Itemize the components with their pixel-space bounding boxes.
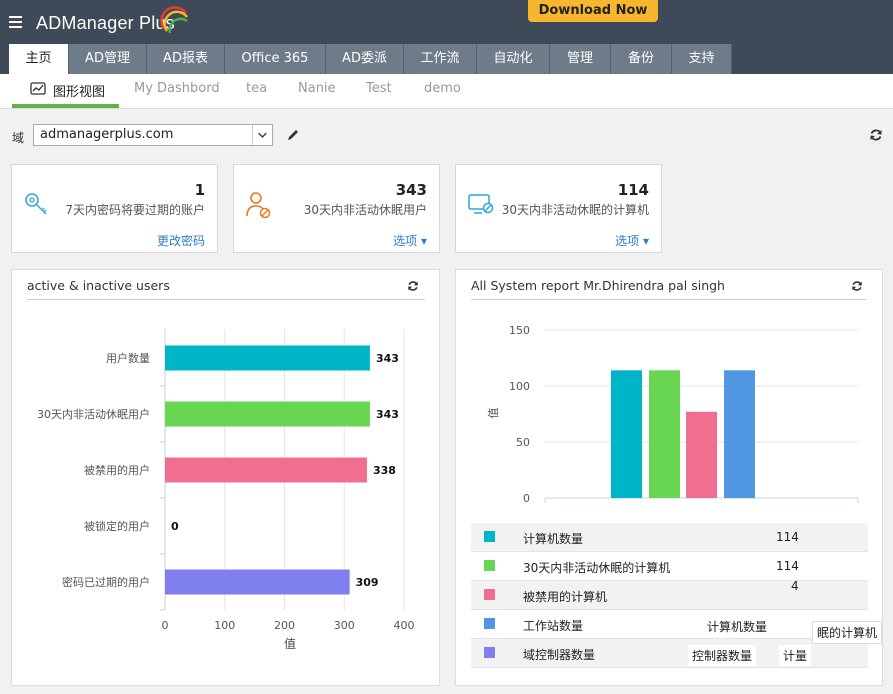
divider [471,299,866,300]
card-inactive-computers: 114 30天内非活动休眠的计算机 选项 ▾ [455,164,662,253]
computer-disabled-icon [468,194,494,214]
subtab-demo[interactable]: demo [424,81,461,96]
card-count: 343 [395,181,427,199]
legend-name: 被禁用的计算机 [523,590,608,604]
panel-active-inactive-users: active & inactive users [11,269,440,686]
legend-swatch [484,647,495,658]
sub-tab-bar: 图形视图 My Dashbord tea Nanie Test demo [0,74,893,109]
domain-value: admanagerplus.com [40,127,174,142]
options-dropdown[interactable]: 选项 ▾ [615,232,649,249]
tooltip: 计算机数量 [703,616,772,637]
legend-swatch [484,618,495,629]
card-inactive-users: 343 30天内非活动休眠用户 选项 ▾ [233,164,440,253]
legend-row[interactable]: 计算机数量 114 [471,523,868,552]
panel-title: All System report Mr.Dhirendra pal singh [471,278,725,293]
main-tabs: 主页 AD管理 AD报表 Office 365 AD委派 工作流 自动化 管理 … [9,44,732,74]
tab-home[interactable]: 主页 [9,44,69,74]
active-subtab-indicator [12,104,119,108]
tab-workflow[interactable]: 工作流 [404,44,477,74]
legend-row[interactable]: 工作站数量 [471,610,868,639]
legend-name: 工作站数量 [523,619,584,633]
key-icon [25,193,47,215]
tab-admin[interactable]: 管理 [550,44,611,74]
chevron-down-icon[interactable] [252,125,272,145]
card-description: 30天内非活动休眠用户 [303,203,427,217]
tab-backup[interactable]: 备份 [611,44,672,74]
tooltip: 控制器数量 [688,645,757,666]
subtab-my-dashboard[interactable]: My Dashbord [134,81,220,96]
legend-value: 4 [791,579,799,593]
hamburger-menu-icon[interactable] [9,16,22,28]
tab-office365[interactable]: Office 365 [225,44,326,74]
subtab-graph-view[interactable]: 图形视图 [53,81,105,100]
refresh-icon[interactable] [869,128,883,142]
options-label: 选项 [615,234,640,248]
panel-title: active & inactive users [27,278,170,293]
legend-value: 114 [776,530,799,544]
tab-ad-delegation[interactable]: AD委派 [326,44,404,74]
card-password-expiring: 1 7天内密码将要过期的账户 更改密码 [11,164,218,253]
legend-value: 114 [776,559,799,573]
refresh-icon[interactable] [407,280,419,292]
tab-automation[interactable]: 自动化 [477,44,550,74]
user-disabled-icon [246,192,271,219]
card-count: 1 [194,181,205,199]
card-description: 7天内密码将要过期的账户 [65,203,205,217]
subtab-tea[interactable]: tea [246,81,267,96]
legend-row[interactable]: 被禁用的计算机 4 [471,579,868,610]
tooltip: 计量 [779,645,812,666]
tab-ad-management[interactable]: AD管理 [69,44,147,74]
domain-select[interactable]: admanagerplus.com [33,124,273,146]
legend-name: 30天内非活动休眠的计算机 [523,561,671,575]
card-description: 30天内非活动休眠的计算机 [501,203,649,217]
legend-name: 计算机数量 [523,532,584,546]
legend-swatch [484,560,495,571]
logo-swoosh-icon [160,6,189,34]
divider [27,299,425,300]
legend-row[interactable]: 30天内非活动休眠的计算机 114 [471,552,868,581]
tooltip: 眠的计算机 [812,621,883,644]
legend-swatch [484,589,495,600]
tab-ad-reports[interactable]: AD报表 [147,44,225,74]
subtab-test[interactable]: Test [366,81,392,96]
domain-label: 域 [12,131,25,145]
refresh-icon[interactable] [851,280,863,292]
top-bar: ADManager Plus Download Now 主页 AD管理 AD报表… [0,0,893,74]
download-now-button[interactable]: Download Now [528,0,658,22]
options-label: 选项 [393,234,418,248]
tab-support[interactable]: 支持 [672,44,732,74]
app-logo[interactable]: ADManager Plus [36,13,175,34]
pencil-icon[interactable] [286,128,300,142]
chart-view-icon [30,82,46,95]
change-password-link[interactable]: 更改密码 [157,232,205,249]
subtab-nanie[interactable]: Nanie [298,81,336,96]
legend-swatch [484,531,495,542]
legend-name: 域控制器数量 [523,648,596,662]
card-count: 114 [617,181,649,199]
options-dropdown[interactable]: 选项 ▾ [393,232,427,249]
